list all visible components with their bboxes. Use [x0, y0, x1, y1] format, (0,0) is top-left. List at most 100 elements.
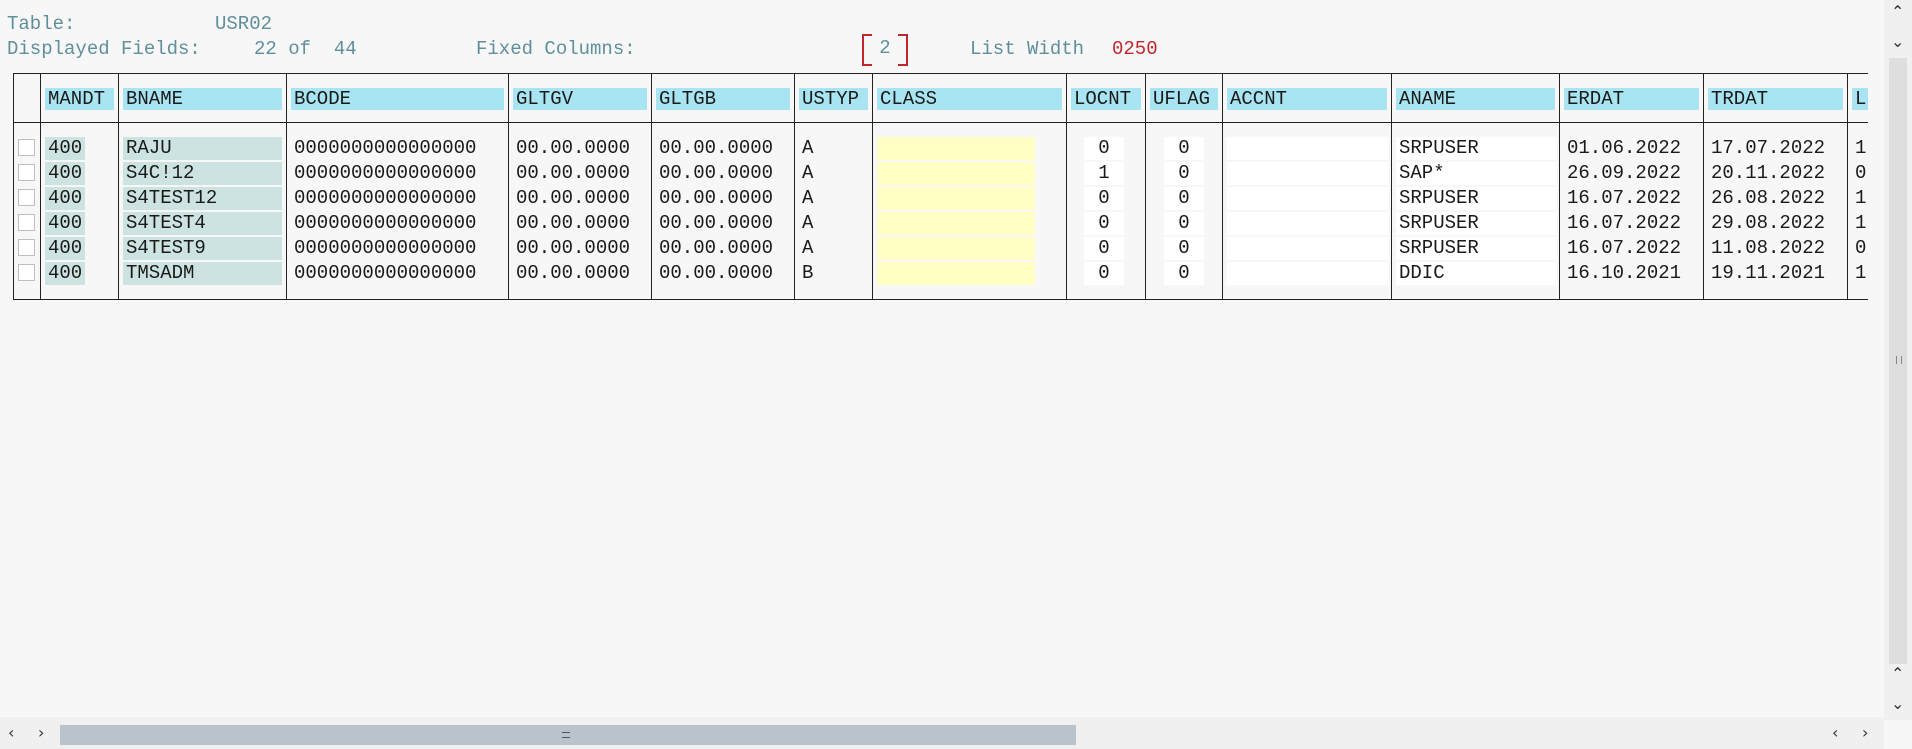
- cell-gltgb[interactable]: 00.00.0000: [656, 187, 792, 210]
- cell-ustyp[interactable]: B: [799, 262, 868, 285]
- cell-ustyp[interactable]: A: [799, 187, 868, 210]
- cell-class[interactable]: [877, 162, 1035, 185]
- cell-gltgv[interactable]: 00.00.0000: [513, 137, 649, 160]
- col-header-uflag[interactable]: UFLAG: [1150, 88, 1218, 110]
- cell-uflag[interactable]: 0: [1164, 262, 1204, 285]
- page-down-icon[interactable]: ⌄: [1891, 696, 1904, 712]
- cell-gltgv[interactable]: 00.00.0000: [513, 187, 649, 210]
- col-header-accnt[interactable]: ACCNT: [1227, 88, 1387, 110]
- cell-locnt[interactable]: 0: [1084, 187, 1124, 210]
- col-header-mandt[interactable]: MANDT: [45, 88, 114, 110]
- col-header-gltgb[interactable]: GLTGB: [656, 88, 790, 110]
- cell-erdat[interactable]: 26.09.2022: [1564, 162, 1702, 185]
- cell-l[interactable]: 0: [1852, 162, 1868, 185]
- cell-uflag[interactable]: 0: [1164, 137, 1204, 160]
- cell-bname[interactable]: S4TEST12: [123, 187, 282, 210]
- col-header-aname[interactable]: ANAME: [1396, 88, 1555, 110]
- cell-gltgv[interactable]: 00.00.0000: [513, 162, 649, 185]
- cell-accnt[interactable]: [1227, 187, 1389, 210]
- cell-uflag[interactable]: 0: [1164, 162, 1204, 185]
- cell-ustyp[interactable]: A: [799, 162, 868, 185]
- cell-bcode[interactable]: 0000000000000000: [291, 137, 505, 160]
- row-select-checkbox[interactable]: [18, 264, 35, 281]
- col-header-gltgv[interactable]: GLTGV: [513, 88, 647, 110]
- cell-gltgv[interactable]: 00.00.0000: [513, 262, 649, 285]
- col-header-locnt[interactable]: LOCNT: [1071, 88, 1141, 110]
- cell-gltgb[interactable]: 00.00.0000: [656, 237, 792, 260]
- scroll-down-icon[interactable]: ⌄: [1891, 34, 1904, 50]
- horizontal-scroll-thumb[interactable]: [60, 725, 1076, 745]
- cell-bcode[interactable]: 0000000000000000: [291, 237, 505, 260]
- cell-aname[interactable]: SRPUSER: [1396, 237, 1557, 260]
- cell-bcode[interactable]: 0000000000000000: [291, 162, 505, 185]
- cell-locnt[interactable]: 0: [1084, 212, 1124, 235]
- vertical-scrollbar[interactable]: ⌃ ⌄ ⌃ ⌄: [1884, 0, 1912, 720]
- cell-bname[interactable]: TMSADM: [123, 262, 282, 285]
- cell-uflag[interactable]: 0: [1164, 187, 1204, 210]
- cell-erdat[interactable]: 16.07.2022: [1564, 187, 1702, 210]
- cell-l[interactable]: 0: [1852, 237, 1868, 260]
- cell-mandt[interactable]: 400: [45, 237, 85, 260]
- cell-aname[interactable]: SRPUSER: [1396, 212, 1557, 235]
- cell-l[interactable]: 1: [1852, 262, 1868, 285]
- cell-l[interactable]: 1: [1852, 137, 1868, 160]
- col-header-l[interactable]: L: [1852, 88, 1868, 110]
- cell-gltgv[interactable]: 00.00.0000: [513, 212, 649, 235]
- cell-trdat[interactable]: 20.11.2022: [1708, 162, 1846, 185]
- cell-bcode[interactable]: 0000000000000000: [291, 187, 505, 210]
- cell-erdat[interactable]: 16.07.2022: [1564, 212, 1702, 235]
- fixed-columns-input[interactable]: 2: [862, 34, 908, 66]
- cell-gltgv[interactable]: 00.00.0000: [513, 237, 649, 260]
- cell-ustyp[interactable]: A: [799, 137, 868, 160]
- cell-accnt[interactable]: [1227, 212, 1389, 235]
- horizontal-scrollbar[interactable]: ‹ › ‹ ›: [0, 717, 1884, 749]
- col-header-bname[interactable]: BNAME: [123, 88, 282, 110]
- cell-locnt[interactable]: 0: [1084, 262, 1124, 285]
- cell-class[interactable]: [877, 237, 1035, 260]
- cell-class[interactable]: [877, 137, 1035, 160]
- cell-class[interactable]: [877, 187, 1035, 210]
- cell-trdat[interactable]: 17.07.2022: [1708, 137, 1846, 160]
- page-up-icon[interactable]: ⌃: [1891, 666, 1904, 682]
- row-select-checkbox[interactable]: [18, 239, 35, 256]
- cell-l[interactable]: 1: [1852, 187, 1868, 210]
- cell-uflag[interactable]: 0: [1164, 212, 1204, 235]
- cell-aname[interactable]: SRPUSER: [1396, 137, 1557, 160]
- page-left-icon[interactable]: ‹: [1832, 725, 1838, 741]
- row-select-checkbox[interactable]: [18, 164, 35, 181]
- scroll-right-icon[interactable]: ›: [38, 725, 44, 741]
- cell-erdat[interactable]: 16.07.2022: [1564, 237, 1702, 260]
- col-header-bcode[interactable]: BCODE: [291, 88, 504, 110]
- cell-gltgb[interactable]: 00.00.0000: [656, 137, 792, 160]
- cell-aname[interactable]: DDIC: [1396, 262, 1557, 285]
- cell-gltgb[interactable]: 00.00.0000: [656, 212, 792, 235]
- cell-trdat[interactable]: 19.11.2021: [1708, 262, 1846, 285]
- cell-trdat[interactable]: 11.08.2022: [1708, 237, 1846, 260]
- col-header-ustyp[interactable]: USTYP: [799, 88, 868, 110]
- cell-accnt[interactable]: [1227, 262, 1389, 285]
- cell-ustyp[interactable]: A: [799, 237, 868, 260]
- cell-class[interactable]: [877, 212, 1035, 235]
- cell-trdat[interactable]: 29.08.2022: [1708, 212, 1846, 235]
- cell-bcode[interactable]: 0000000000000000: [291, 212, 505, 235]
- col-header-class[interactable]: CLASS: [877, 88, 1062, 110]
- cell-erdat[interactable]: 16.10.2021: [1564, 262, 1702, 285]
- cell-aname[interactable]: SAP*: [1396, 162, 1557, 185]
- row-select-checkbox[interactable]: [18, 214, 35, 231]
- scroll-up-icon[interactable]: ⌃: [1891, 4, 1904, 20]
- cell-ustyp[interactable]: A: [799, 212, 868, 235]
- row-select-checkbox[interactable]: [18, 189, 35, 206]
- cell-l[interactable]: 1: [1852, 212, 1868, 235]
- col-header-erdat[interactable]: ERDAT: [1564, 88, 1699, 110]
- scroll-left-icon[interactable]: ‹: [8, 725, 14, 741]
- cell-uflag[interactable]: 0: [1164, 237, 1204, 260]
- cell-class[interactable]: [877, 262, 1035, 285]
- cell-mandt[interactable]: 400: [45, 187, 85, 210]
- cell-accnt[interactable]: [1227, 237, 1389, 260]
- cell-gltgb[interactable]: 00.00.0000: [656, 262, 792, 285]
- cell-locnt[interactable]: 0: [1084, 237, 1124, 260]
- cell-mandt[interactable]: 400: [45, 162, 85, 185]
- cell-aname[interactable]: SRPUSER: [1396, 187, 1557, 210]
- cell-accnt[interactable]: [1227, 162, 1389, 185]
- cell-mandt[interactable]: 400: [45, 262, 85, 285]
